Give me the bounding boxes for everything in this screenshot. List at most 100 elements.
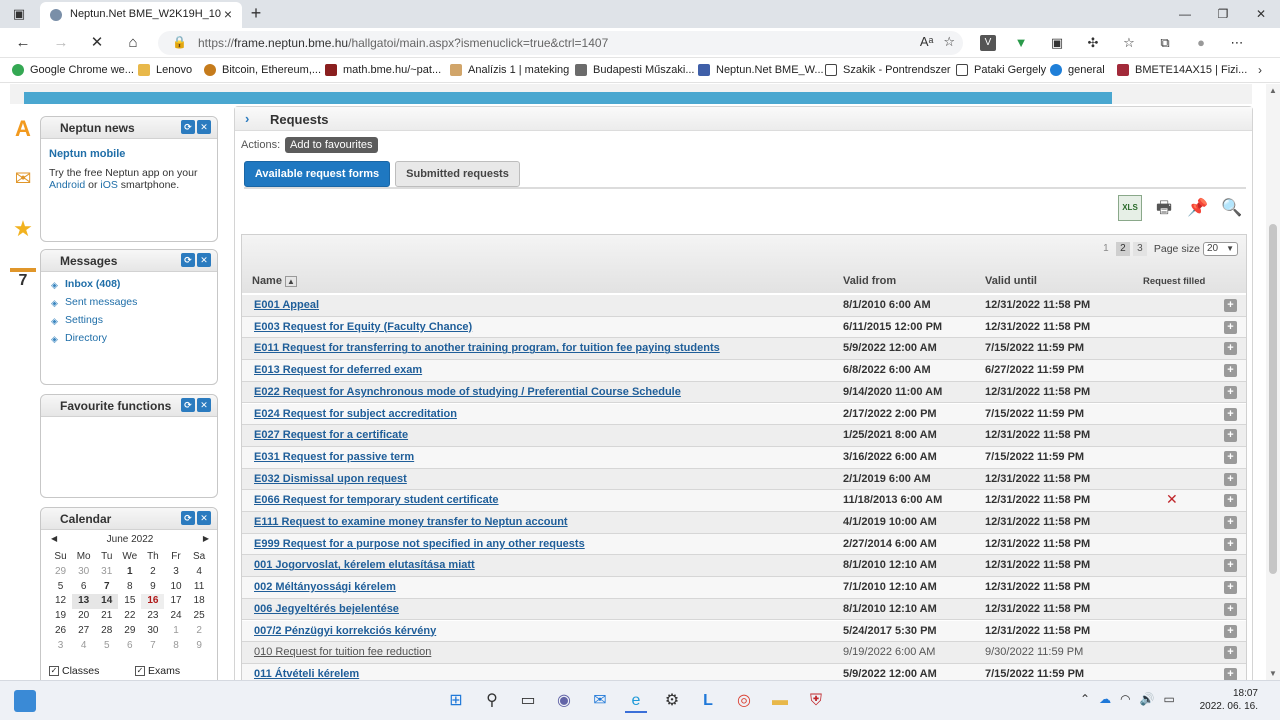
calendar-day[interactable]: 30 (72, 565, 95, 580)
tab-submitted-requests[interactable]: Submitted requests (395, 161, 520, 187)
calendar-day[interactable]: 3 (164, 565, 187, 580)
calendar-day[interactable]: 31 (95, 565, 118, 580)
tab-available-request-forms[interactable]: Available request forms (244, 161, 390, 187)
messages-sent-link[interactable]: ◈ Sent messages (51, 296, 137, 314)
request-form-link[interactable]: E011 Request for transferring to another… (254, 342, 720, 354)
stop-loading-icon[interactable]: ✕ (86, 33, 108, 53)
add-to-favourites-button[interactable]: Add to favourites (285, 137, 378, 153)
calendar-day[interactable]: 29 (118, 624, 141, 639)
scroll-thumb[interactable] (1269, 224, 1277, 574)
sort-ascending-icon[interactable]: ▲ (284, 276, 297, 287)
close-icon[interactable]: ✕ (197, 511, 211, 525)
scroll-down-icon[interactable]: ▼ (1269, 669, 1277, 678)
request-form-link[interactable]: E111 Request to examine money transfer t… (254, 516, 568, 528)
request-form-link[interactable]: E027 Request for a certificate (254, 429, 408, 441)
browser-tab-neptun[interactable]: Neptun.Net BME_W2K19H_10 × (40, 2, 242, 28)
favorite-star-icon[interactable]: ☆ (943, 34, 955, 50)
close-icon[interactable]: ✕ (197, 398, 211, 412)
calendar-day[interactable]: 7 (141, 639, 164, 654)
calendar-day[interactable]: 19 (49, 609, 72, 624)
profile-avatar-icon[interactable]: ● (1190, 33, 1212, 53)
volume-icon[interactable]: 🔊 (1140, 692, 1155, 706)
request-form-link[interactable]: E999 Request for a purpose not specified… (254, 538, 585, 550)
wifi-icon[interactable]: ◠ (1120, 692, 1130, 706)
calendar-day[interactable]: 9 (141, 580, 164, 595)
calendar-day[interactable]: 23 (141, 609, 164, 624)
minimize-icon[interactable]: — (1166, 0, 1204, 28)
calendar-day[interactable]: 24 (164, 609, 187, 624)
maximize-icon[interactable]: ❐ (1204, 0, 1242, 28)
forward-arrow-icon[interactable]: → (50, 33, 72, 53)
request-form-link[interactable]: 010 Request for tuition fee reduction (254, 646, 431, 658)
bookmark-item[interactable]: Neptun.Net BME_W... (698, 64, 824, 76)
calendar-day[interactable]: 6 (118, 639, 141, 654)
collections-icon[interactable]: ⧉ (1154, 33, 1176, 53)
settings-gear-icon[interactable]: ⚙ (661, 689, 683, 713)
calendar-day[interactable]: 13 (72, 594, 96, 610)
expand-plus-icon[interactable]: + (1224, 385, 1237, 399)
star-icon[interactable]: ★ (10, 216, 36, 246)
expand-plus-icon[interactable]: + (1224, 494, 1237, 508)
settings-more-icon[interactable]: ⋯ (1226, 33, 1248, 53)
calendar-day[interactable]: 25 (188, 609, 211, 624)
calendar-day[interactable]: 18 (188, 594, 211, 609)
expand-plus-icon[interactable]: + (1224, 581, 1237, 595)
scroll-up-icon[interactable]: ▲ (1269, 86, 1277, 95)
refresh-icon[interactable]: ⟳ (181, 120, 195, 134)
expand-plus-icon[interactable]: + (1224, 429, 1237, 443)
request-form-link[interactable]: 001 Jogorvoslat, kérelem elutasítása mia… (254, 559, 475, 571)
calendar-day[interactable]: 10 (164, 580, 187, 595)
column-header-name[interactable]: Name ▲ (252, 275, 297, 287)
calendar-day[interactable]: 3 (49, 639, 72, 654)
calendar-day[interactable]: 9 (188, 639, 211, 654)
bookmark-item[interactable]: Szakik - Pontrendszer (825, 64, 951, 76)
expand-plus-icon[interactable]: + (1224, 516, 1237, 529)
request-form-link[interactable]: E003 Request for Equity (Faculty Chance) (254, 321, 472, 333)
file-explorer-icon[interactable]: ▬ (769, 689, 791, 713)
request-form-link[interactable]: E022 Request for Asynchronous mode of st… (254, 386, 681, 398)
expand-plus-icon[interactable]: + (1224, 646, 1237, 660)
page-1-link[interactable]: 1 (1099, 242, 1113, 256)
calendar-day[interactable]: 27 (72, 624, 95, 639)
calendar-day[interactable]: 29 (49, 565, 72, 580)
calendar-day[interactable]: 12 (49, 594, 72, 609)
request-form-link[interactable]: E013 Request for deferred exam (254, 364, 422, 376)
calendar-day[interactable]: 11 (188, 580, 211, 595)
calendar-day[interactable]: 8 (118, 580, 141, 595)
expand-plus-icon[interactable]: + (1224, 407, 1237, 421)
bookmark-item[interactable]: Analízis 1 | mateking (450, 64, 569, 76)
widgets-icon[interactable] (14, 690, 36, 712)
classes-checkbox[interactable]: ✓ Classes (49, 665, 99, 677)
calendar-day[interactable]: 8 (164, 639, 187, 654)
envelope-icon[interactable]: ✉ (10, 166, 36, 196)
request-form-link[interactable]: 011 Átvételi kérelem (254, 668, 359, 680)
extension-v-icon[interactable]: V (980, 35, 996, 51)
calendar-day[interactable]: 21 (95, 609, 118, 624)
calendar-7-icon[interactable]: 7 (10, 268, 36, 298)
messages-settings-link[interactable]: ◈ Settings (51, 314, 137, 332)
expand-plus-icon[interactable]: + (1224, 364, 1237, 378)
app-l-icon[interactable]: L (697, 689, 719, 713)
edge-browser-icon[interactable]: e (625, 689, 647, 713)
calendar-day[interactable]: 17 (164, 594, 187, 609)
search-icon[interactable]: 🔍 (1220, 195, 1244, 221)
messages-directory-link[interactable]: ◈ Directory (51, 332, 137, 350)
page-3-link[interactable]: 3 (1132, 242, 1147, 256)
excel-export-icon[interactable]: XLS (1118, 195, 1142, 221)
mail-icon[interactable]: ✉ (589, 689, 611, 713)
android-link[interactable]: Android (49, 179, 85, 191)
bookmark-item[interactable]: math.bme.hu/~pat... (325, 64, 441, 76)
bookmark-item[interactable]: Pataki Gergely (956, 64, 1046, 76)
address-bar[interactable]: 🔒 https://frame.neptun.bme.hu/hallgatoi/… (158, 31, 963, 55)
onedrive-cloud-icon[interactable]: ☁ (1099, 692, 1111, 706)
bookmark-item[interactable]: Lenovo (138, 64, 192, 76)
calendar-day[interactable]: 4 (188, 565, 211, 580)
expand-plus-icon[interactable]: + (1224, 559, 1237, 573)
tab-actions-icon[interactable]: ▣ (8, 4, 30, 24)
close-window-icon[interactable]: ✕ (1242, 0, 1280, 28)
news-a-icon[interactable]: A (10, 116, 36, 146)
calendar-day[interactable]: 26 (49, 624, 72, 639)
calendar-day[interactable]: 5 (95, 639, 118, 654)
bookmark-item[interactable]: Bitcoin, Ethereum,... (204, 64, 321, 76)
refresh-icon[interactable]: ⟳ (181, 398, 195, 412)
